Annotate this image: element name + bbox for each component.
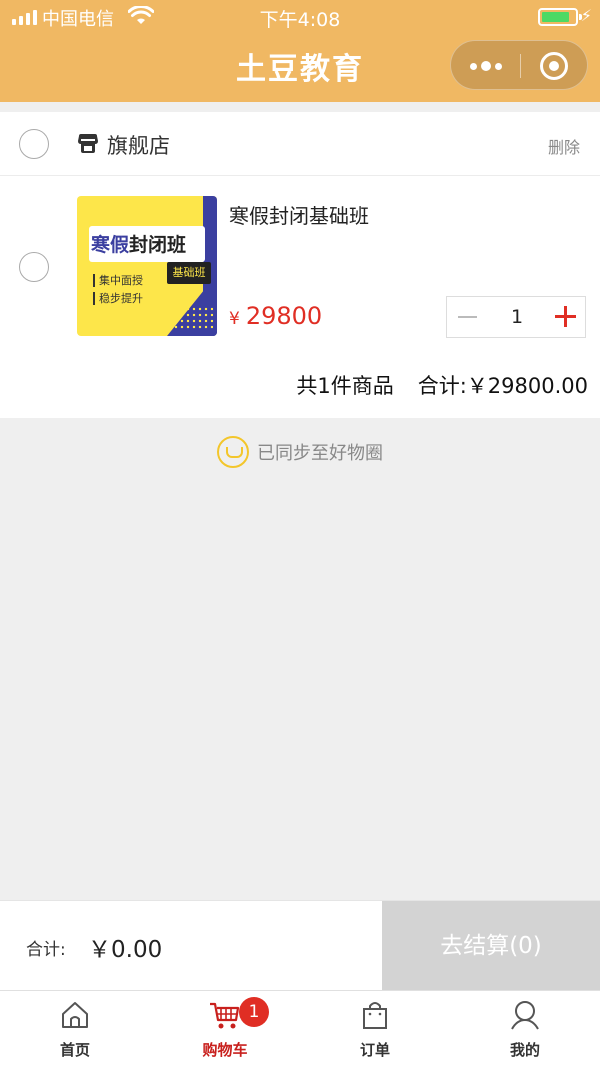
- shop-select-radio[interactable]: [19, 129, 49, 159]
- tab-profile[interactable]: 我的: [450, 991, 600, 1067]
- increase-quantity-button[interactable]: [545, 297, 585, 337]
- quantity-value[interactable]: 1: [487, 297, 547, 337]
- shop-name: 旗舰店: [107, 134, 170, 158]
- charging-icon: ⚡: [580, 6, 592, 25]
- tab-label: 首页: [59, 1041, 90, 1059]
- tab-label: 我的: [509, 1041, 540, 1059]
- status-bar: 中国电信 下午4:08 ⚡: [0, 0, 600, 34]
- cart-icon: [210, 1002, 240, 1029]
- battery-icon: [538, 8, 582, 26]
- shop-summary: 共1件商品 合计:￥29800.00: [296, 370, 588, 400]
- product-price: ¥29800: [229, 302, 322, 330]
- thumbnail-line: 集中面授: [93, 274, 143, 287]
- home-icon: [62, 1002, 88, 1028]
- price-value: 29800: [245, 302, 323, 330]
- tab-label: 订单: [359, 1041, 390, 1059]
- thumbnail-title: 寒假封闭班: [91, 234, 187, 256]
- decrease-quantity-button[interactable]: [447, 297, 487, 337]
- more-options-button[interactable]: [451, 41, 520, 91]
- delete-button[interactable]: 删除: [548, 134, 580, 158]
- checkout-button[interactable]: 去结算(0): [382, 901, 600, 991]
- tab-home[interactable]: 首页: [0, 991, 150, 1067]
- status-time: 下午4:08: [259, 9, 341, 31]
- total-value: ￥0.00: [88, 937, 163, 963]
- cart-badge: 1: [239, 997, 269, 1027]
- tab-cart[interactable]: 1 购物车: [150, 991, 300, 1067]
- cart-shop-card: 旗舰店 删除 寒假封闭班 基础班 集中面授 稳步提升 寒假封闭基础班 ¥2980…: [0, 112, 600, 418]
- thumbnail-tag: 基础班: [167, 262, 211, 284]
- thumbnail-line: 稳步提升: [93, 292, 143, 305]
- haowuquan-icon: [217, 436, 249, 468]
- shop-total: 合计:￥29800.00: [417, 374, 588, 398]
- top-bar: 中国电信 下午4:08 ⚡ 土豆教育: [0, 0, 600, 102]
- capsule-divider: [520, 54, 521, 78]
- checkout-bar: 合计: ￥0.00 去结算(0): [0, 900, 600, 991]
- store-icon: [78, 134, 98, 153]
- item-count: 共1件商品: [296, 374, 394, 398]
- sync-text: 已同步至好物圈: [257, 443, 383, 464]
- shop-header: 旗舰店 删除: [0, 112, 600, 176]
- sync-notice: 已同步至好物圈: [0, 436, 600, 468]
- bottom-tab-bar: 首页 1 购物车 订单 我的: [0, 990, 600, 1067]
- currency-symbol: ¥: [229, 309, 240, 329]
- tab-orders[interactable]: 订单: [300, 991, 450, 1067]
- close-mini-program-button[interactable]: [540, 52, 568, 80]
- quantity-stepper: 1: [446, 296, 586, 338]
- total-label: 合计:: [26, 940, 66, 960]
- product-thumbnail[interactable]: 寒假封闭班 基础班 集中面授 稳步提升: [77, 196, 217, 336]
- user-icon: [511, 1001, 539, 1030]
- tab-label: 购物车: [202, 1041, 248, 1059]
- item-select-radio[interactable]: [19, 252, 49, 282]
- mini-program-capsule: [450, 40, 588, 90]
- bag-icon: [363, 1002, 387, 1029]
- product-title[interactable]: 寒假封闭基础班: [229, 200, 369, 229]
